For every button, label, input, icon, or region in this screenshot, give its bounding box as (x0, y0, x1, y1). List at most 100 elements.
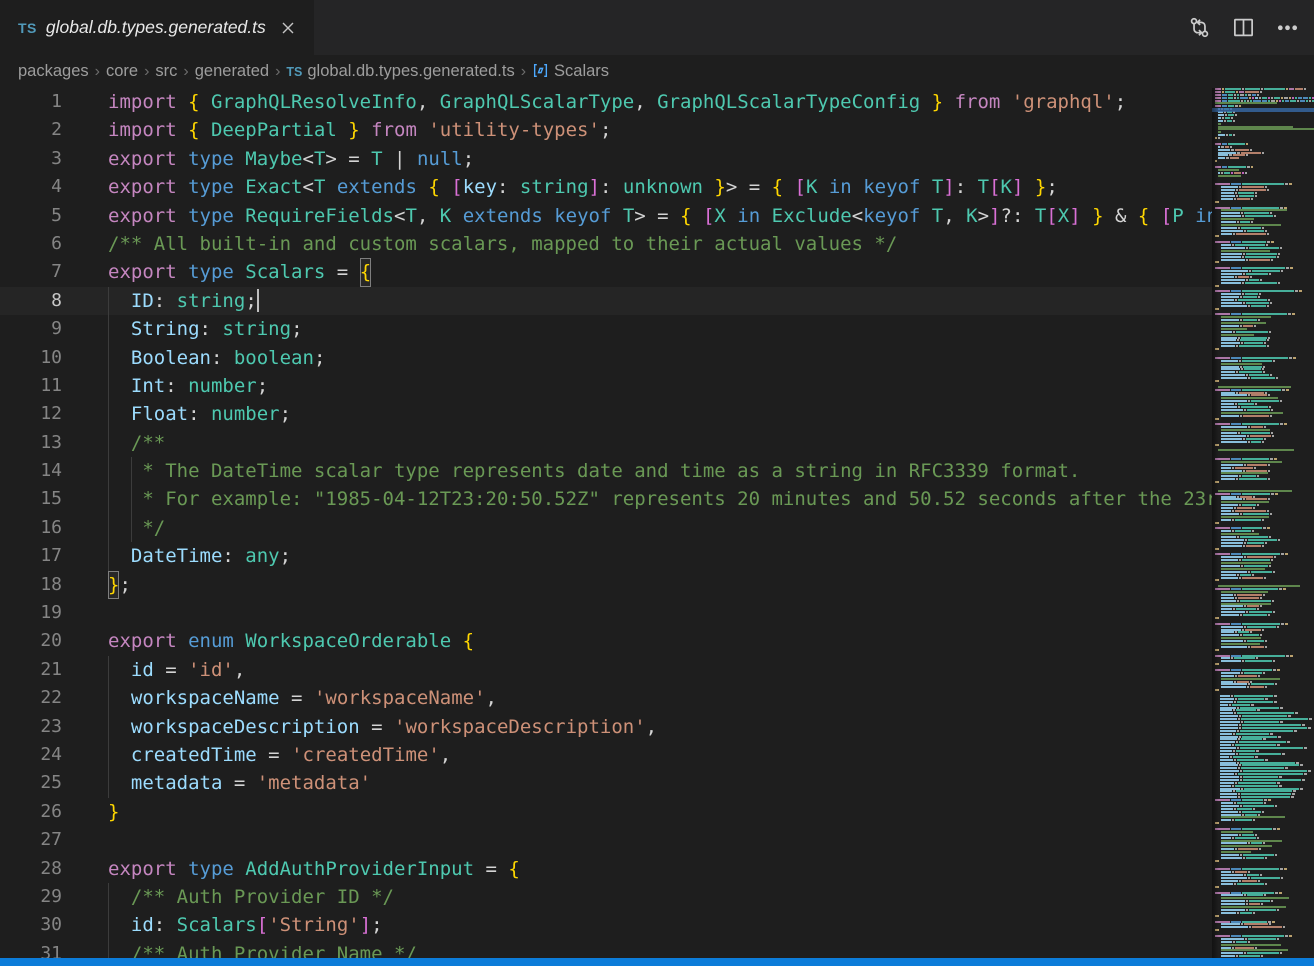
code-line[interactable]: 12 Float: number; (0, 400, 1212, 428)
close-icon[interactable] (280, 20, 296, 36)
indent-guide (108, 883, 109, 958)
code-line[interactable]: 31 /** Auth Provider Name */ (0, 940, 1212, 958)
code-text: import { DeepPartial } from 'utility-typ… (108, 116, 611, 144)
code-line[interactable]: 7export type Scalars = { (0, 258, 1212, 286)
code-line[interactable]: 27 (0, 826, 1212, 854)
code-line[interactable]: 4 export type Exact<T extends { [key: str… (0, 173, 1212, 201)
line-number: 17 (0, 542, 62, 570)
code-text: export type Exact<T extends { [key: stri… (108, 173, 1058, 201)
code-text: metadata = 'metadata' (108, 769, 371, 797)
code-text: * For example: "1985-04-12T23:20:50.52Z"… (108, 485, 1212, 513)
code-line[interactable]: 22 workspaceName = 'workspaceName', (0, 684, 1212, 712)
code-text: } (108, 798, 119, 826)
code-line[interactable]: 1import { GraphQLResolveInfo, GraphQLSca… (0, 88, 1212, 116)
breadcrumb-separator: › (515, 63, 532, 81)
breadcrumb-separator: › (177, 63, 194, 81)
line-number: 16 (0, 514, 62, 542)
status-accent-bar (0, 958, 1314, 966)
code-line[interactable]: 17 DateTime: any; (0, 542, 1212, 570)
code-text: /** Auth Provider ID */ (108, 883, 394, 911)
code-line[interactable]: 9 String: string; (0, 315, 1212, 343)
line-number: 24 (0, 741, 62, 769)
ts-file-icon: TS (286, 65, 302, 79)
code-text: /** All built-in and custom scalars, map… (108, 230, 897, 258)
line-number: 14 (0, 457, 62, 485)
indent-guide (131, 457, 132, 542)
line-number: 13 (0, 429, 62, 457)
line-number: 15 (0, 485, 62, 513)
indent-guide (108, 287, 109, 571)
code-line[interactable]: 10 Boolean: boolean; (0, 344, 1212, 372)
code-line[interactable]: 19 (0, 599, 1212, 627)
code-line[interactable]: 6 /** All built-in and custom scalars, ma… (0, 230, 1212, 258)
editor-actions (1182, 0, 1304, 55)
breadcrumb-item-global-db-types-generated-ts[interactable]: TS global.db.types.generated.ts (286, 62, 514, 81)
breadcrumb-separator: › (89, 63, 106, 81)
tab-bar: TS global.db.types.generated.ts (0, 0, 1314, 55)
code-line[interactable]: 18}; (0, 571, 1212, 599)
code-line[interactable]: 30 id: Scalars['String']; (0, 911, 1212, 939)
line-number: 4 (0, 173, 62, 201)
line-number: 9 (0, 315, 62, 343)
line-number: 6 (0, 230, 62, 258)
breadcrumb-item-core[interactable]: core (106, 62, 138, 81)
code-line[interactable]: 21 id = 'id', (0, 656, 1212, 684)
code-line[interactable]: 24 createdTime = 'createdTime', (0, 741, 1212, 769)
breadcrumb-item-packages[interactable]: packages (18, 62, 89, 81)
code-text: id = 'id', (108, 656, 245, 684)
line-number: 21 (0, 656, 62, 684)
code-text: Int: number; (108, 372, 268, 400)
line-number: 8 (0, 287, 62, 315)
code-text: /** Auth Provider Name */ (108, 940, 417, 958)
code-text: createdTime = 'createdTime', (108, 741, 451, 769)
code-line[interactable]: 26} (0, 798, 1212, 826)
code-text: * The DateTime scalar type represents da… (108, 457, 1080, 485)
code-line[interactable]: 11 Int: number; (0, 372, 1212, 400)
code-line[interactable]: 2 import { DeepPartial } from 'utility-ty… (0, 116, 1212, 144)
line-number: 28 (0, 855, 62, 883)
symbol-type-icon (532, 62, 549, 81)
code-line[interactable]: 15 * For example: "1985-04-12T23:20:50.5… (0, 485, 1212, 513)
line-number: 2 (0, 116, 62, 144)
line-number: 1 (0, 88, 62, 116)
breadcrumb-label: packages (18, 62, 89, 81)
line-number: 30 (0, 911, 62, 939)
line-number: 11 (0, 372, 62, 400)
code-line[interactable]: 28export type AddAuthProviderInput = { (0, 855, 1212, 883)
code-text: workspaceName = 'workspaceName', (108, 684, 497, 712)
code-text: DateTime: any; (108, 542, 291, 570)
tab-global-db-types-generated[interactable]: TS global.db.types.generated.ts (0, 0, 314, 55)
code-line[interactable]: 3export type Maybe<T> = T | null; (0, 145, 1212, 173)
breadcrumb-item-src[interactable]: src (155, 62, 177, 81)
line-number: 31 (0, 940, 62, 958)
breadcrumb-item-scalars[interactable]: Scalars (532, 62, 609, 81)
code-line[interactable]: 16 */ (0, 514, 1212, 542)
code-line[interactable]: 13 /** (0, 429, 1212, 457)
code-line[interactable]: 23 workspaceDescription = 'workspaceDesc… (0, 713, 1212, 741)
line-number: 26 (0, 798, 62, 826)
minimap-current-line-highlight (1212, 108, 1314, 112)
open-changes-icon[interactable] (1182, 11, 1216, 45)
minimap[interactable] (1212, 88, 1314, 958)
code-line[interactable]: 29 /** Auth Provider ID */ (0, 883, 1212, 911)
split-editor-icon[interactable] (1226, 11, 1260, 45)
code-text: ID: string; (108, 287, 259, 315)
breadcrumb-label: global.db.types.generated.ts (307, 62, 514, 81)
breadcrumb-label: src (155, 62, 177, 81)
code-line[interactable]: 25 metadata = 'metadata' (0, 769, 1212, 797)
breadcrumb-label: core (106, 62, 138, 81)
breadcrumb: packages›core›src›generated›TSglobal.db.… (0, 55, 1314, 88)
code-line[interactable]: 5export type RequireFields<T, K extends … (0, 202, 1212, 230)
breadcrumb-item-generated[interactable]: generated (195, 62, 269, 81)
breadcrumb-separator: › (138, 63, 155, 81)
breadcrumb-label: generated (195, 62, 269, 81)
code-text: export enum WorkspaceOrderable { (108, 627, 474, 655)
code-editor[interactable]: 1import { GraphQLResolveInfo, GraphQLSca… (0, 88, 1212, 958)
code-line[interactable]: 20export enum WorkspaceOrderable { (0, 627, 1212, 655)
line-number: 7 (0, 258, 62, 286)
code-line[interactable]: 14 * The DateTime scalar type represents… (0, 457, 1212, 485)
code-text: }; (108, 571, 131, 599)
code-line[interactable]: 8 ID: string; (0, 287, 1212, 315)
line-number: 12 (0, 400, 62, 428)
more-actions-icon[interactable] (1270, 11, 1304, 45)
